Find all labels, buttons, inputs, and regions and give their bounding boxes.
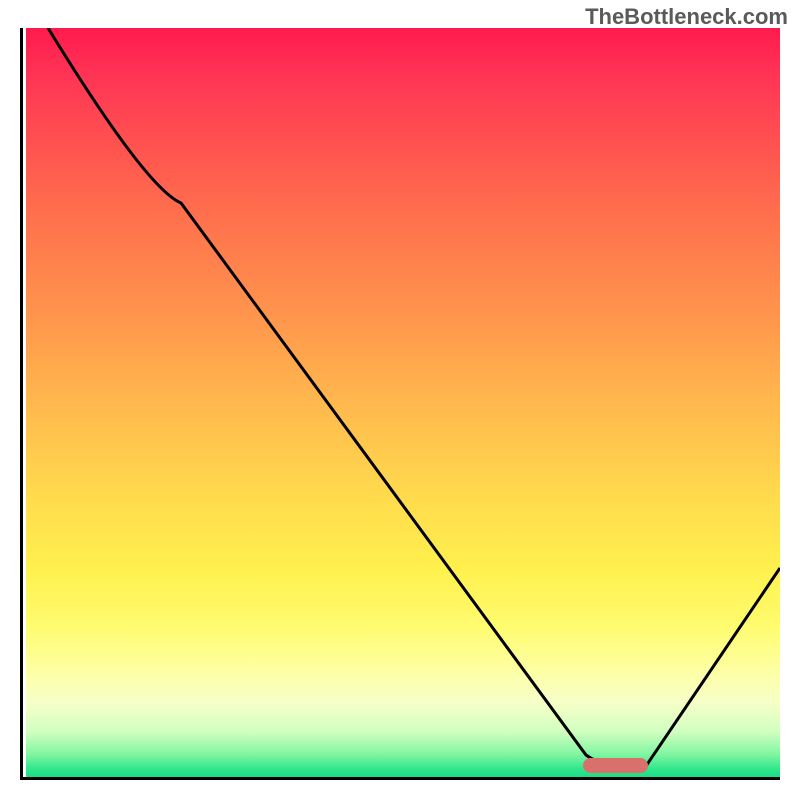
optimal-marker: [583, 758, 648, 773]
chart-plot-area: [20, 28, 780, 780]
chart-container: TheBottleneck.com: [0, 0, 800, 800]
watermark-text: TheBottleneck.com: [585, 4, 788, 30]
curve-svg: [26, 28, 780, 777]
bottleneck-curve: [48, 28, 780, 766]
